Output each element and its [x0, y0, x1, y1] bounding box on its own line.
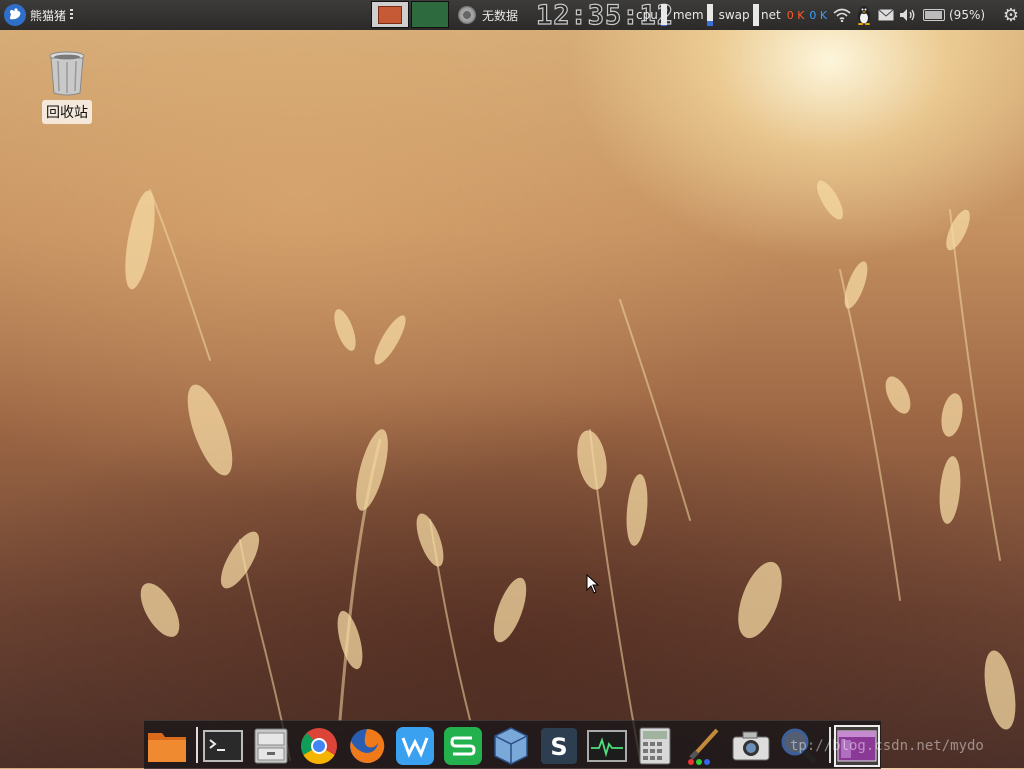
- swap-bar: [752, 4, 759, 26]
- dock-virtualbox[interactable]: [490, 725, 532, 767]
- weather-icon: [458, 6, 476, 24]
- net-label: net: [761, 8, 781, 22]
- mail-icon[interactable]: [875, 0, 897, 30]
- bottom-dock: S: [144, 720, 881, 769]
- mem-label: mem: [672, 8, 704, 22]
- xfce-mouse-icon: [4, 4, 26, 26]
- applications-menu-button[interactable]: 熊猫猪: [0, 0, 77, 30]
- dock-wps-writer[interactable]: [394, 725, 436, 767]
- watermark-text: tp://blog.csdn.net/mydo: [790, 738, 984, 754]
- chrome-icon: [301, 728, 337, 765]
- weather-plugin[interactable]: 无数据: [458, 0, 518, 30]
- battery-indicator[interactable]: (95%): [923, 8, 985, 22]
- terminal-icon: [203, 730, 243, 762]
- net-tx: 0 K: [809, 8, 828, 22]
- dock-paint[interactable]: [682, 725, 724, 767]
- svg-text:S: S: [550, 733, 567, 761]
- top-panel: 熊猫猪 无数据 12:35:12 cpu mem swap net 0 K 0 …: [0, 0, 1024, 31]
- dock-terminal[interactable]: [202, 725, 244, 767]
- wps-spreadsheet-icon: [444, 727, 482, 765]
- dock-s-app[interactable]: S: [538, 725, 580, 767]
- system-load-monitor[interactable]: cpu mem swap: [636, 0, 765, 30]
- net-rx: 0 K: [786, 8, 805, 22]
- battery-level-fill: [925, 11, 943, 19]
- network-monitor[interactable]: net 0 K 0 K: [761, 0, 827, 30]
- dock-wps-spreadsheet[interactable]: [442, 725, 484, 767]
- firefox-icon: [350, 728, 385, 763]
- mouse-cursor-icon: [586, 574, 600, 594]
- virtualbox-icon: [494, 727, 528, 765]
- cpu-bar: [660, 4, 667, 26]
- swap-label: swap: [718, 8, 750, 22]
- workspace-1[interactable]: [371, 1, 409, 28]
- volume-icon[interactable]: [897, 0, 919, 30]
- trash-icon: [47, 50, 87, 96]
- penguin-icon[interactable]: [853, 0, 875, 30]
- dock-folder[interactable]: [146, 725, 188, 767]
- system-monitor-icon: [587, 730, 627, 762]
- system-tray: (95%): [831, 0, 985, 30]
- dock-calculator[interactable]: [634, 725, 676, 767]
- camera-icon: [732, 731, 770, 761]
- weather-text: 无数据: [482, 8, 519, 23]
- paintbrush-icon: [688, 728, 719, 765]
- window-thumbnail: [378, 5, 402, 24]
- dock-chrome[interactable]: [298, 725, 340, 767]
- workspace-2[interactable]: [411, 1, 449, 28]
- trash-label: 回收站: [42, 100, 92, 124]
- settings-gear-icon[interactable]: ⚙: [1000, 4, 1022, 26]
- battery-icon: [923, 9, 945, 21]
- wifi-icon[interactable]: [831, 0, 853, 30]
- mem-bar-fill: [706, 20, 713, 26]
- panel-handle[interactable]: [70, 9, 74, 21]
- cpu-bar-fill: [660, 25, 667, 26]
- trash-desktop-icon[interactable]: 回收站: [38, 50, 96, 124]
- menu-label: 熊猫猪: [30, 8, 67, 23]
- mem-bar: [706, 4, 713, 26]
- file-cabinet-icon: [254, 728, 288, 764]
- dock-separator: [196, 727, 198, 763]
- s-app-icon: S: [541, 728, 577, 764]
- dock-firefox[interactable]: [346, 725, 388, 767]
- dock-system-monitor[interactable]: [586, 725, 628, 767]
- cpu-label: cpu: [636, 8, 658, 22]
- battery-percent: (95%): [949, 8, 986, 22]
- dock-file-manager[interactable]: [250, 725, 292, 767]
- wps-writer-icon: [396, 727, 434, 765]
- folder-icon: [148, 733, 186, 762]
- wallpaper-grass: [125, 180, 1016, 761]
- dock-screenshot[interactable]: [730, 725, 772, 767]
- calculator-icon: [639, 727, 671, 765]
- workspace-switcher: [371, 1, 451, 28]
